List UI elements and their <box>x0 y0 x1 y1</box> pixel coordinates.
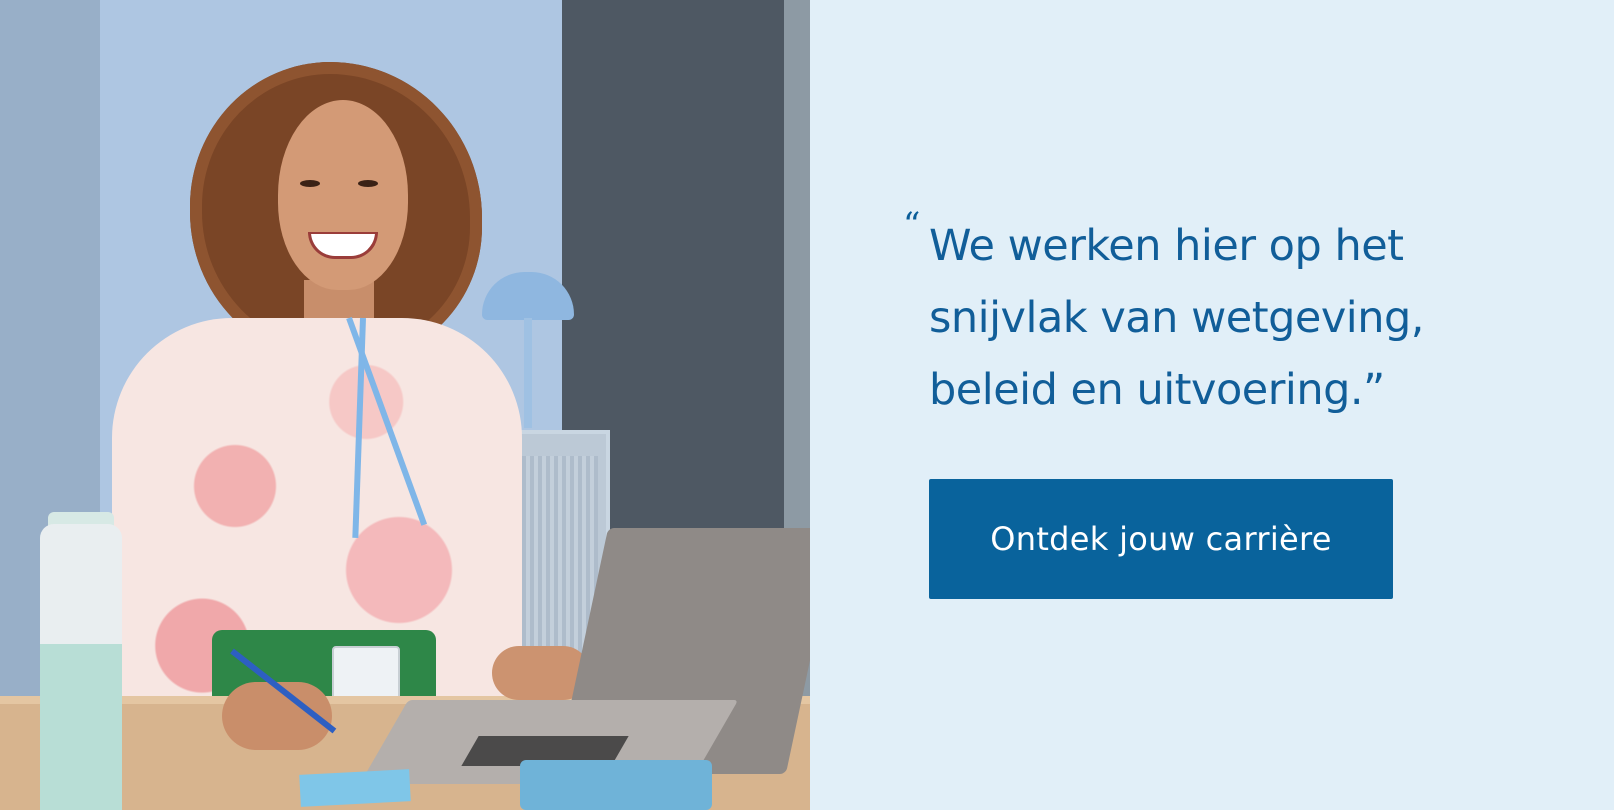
career-banner: “ We werken hier op het snijvlak van wet… <box>0 0 1614 810</box>
employee-photo <box>0 0 810 810</box>
person-face <box>278 100 408 290</box>
water-bottle <box>40 524 122 810</box>
open-quote-icon: “ <box>903 205 921 245</box>
person-eye <box>300 180 320 187</box>
quote-panel: “ We werken hier op het snijvlak van wet… <box>810 0 1614 810</box>
testimonial: “ We werken hier op het snijvlak van wet… <box>903 205 1543 426</box>
discover-career-button[interactable]: Ontdek jouw carrière <box>929 479 1393 599</box>
person-eye <box>358 180 378 187</box>
sticky-note <box>299 769 411 807</box>
lamp-pole <box>524 318 532 428</box>
desk-box <box>520 760 712 810</box>
testimonial-text: We werken hier op het snijvlak van wetge… <box>929 221 1424 415</box>
